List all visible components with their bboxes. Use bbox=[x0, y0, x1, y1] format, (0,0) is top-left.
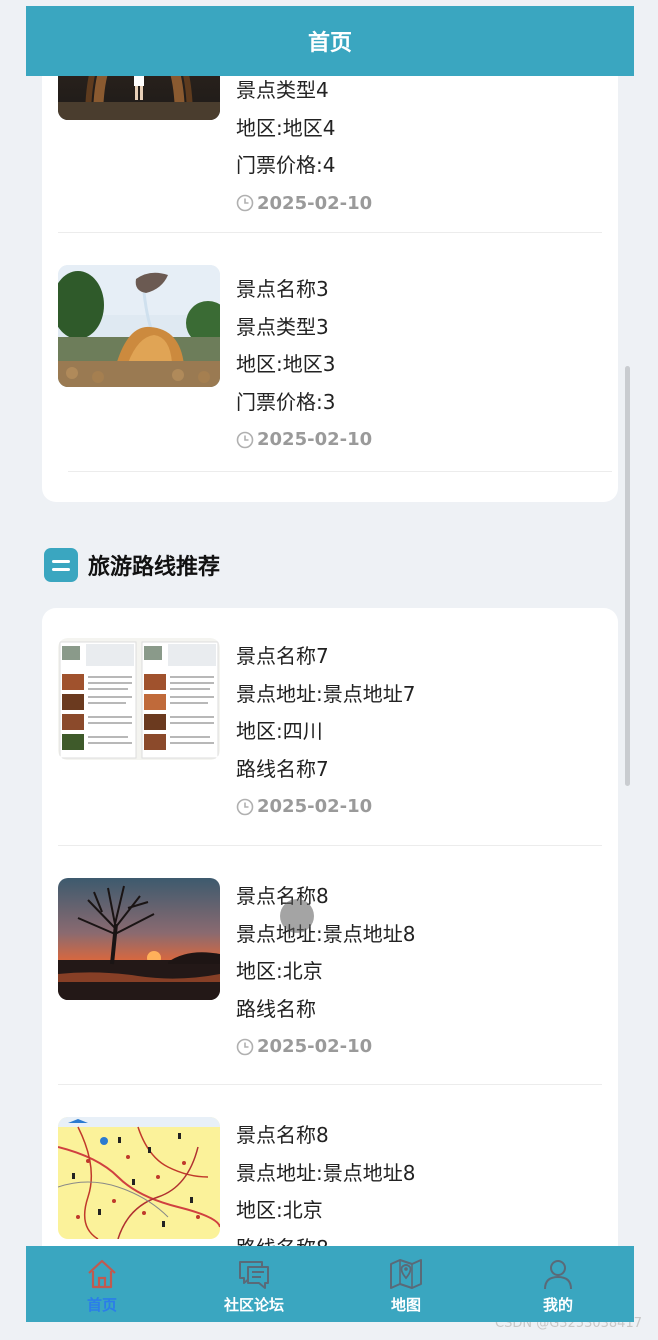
item-text-line: 地区:地区3 bbox=[236, 352, 336, 376]
item-text-line: 路线名称8 bbox=[236, 1230, 415, 1247]
item-date: 2025-02-10 bbox=[236, 788, 415, 826]
item-text-line: 景点地址:景点地址8 bbox=[236, 921, 416, 946]
app-screen: 首页 景点类型4 地区:地区4 门票价格:4 2025-02-10 景点名称3 … bbox=[26, 6, 634, 1322]
item-date-text: 2025-02-10 bbox=[257, 796, 373, 817]
tab-label: 首页 bbox=[86, 1296, 117, 1314]
item-text-line: 景点地址:景点地址7 bbox=[236, 681, 416, 706]
item-text-line: 门票价格:4 bbox=[236, 153, 336, 177]
attraction-list-card: 景点类型4 地区:地区4 门票价格:4 2025-02-10 景点名称3 景点类… bbox=[42, 76, 618, 502]
item-text-line: 景点类型3 bbox=[236, 314, 329, 339]
tab-forum[interactable]: 社区论坛 bbox=[178, 1246, 330, 1322]
list-item[interactable]: 景点名称8 景点地址:景点地址8 地区:北京 路线名称 2025-02-10 bbox=[58, 846, 602, 1084]
tab-home[interactable]: 首页 bbox=[26, 1246, 178, 1322]
item-text-line: 景点地址:景点地址8 bbox=[236, 1160, 416, 1185]
content-scroll-area[interactable]: 景点类型4 地区:地区4 门票价格:4 2025-02-10 景点名称3 景点类… bbox=[26, 76, 634, 1246]
home-icon bbox=[88, 1259, 116, 1289]
route-thumbnail bbox=[58, 878, 220, 1000]
section-title: 旅游路线推荐 bbox=[88, 555, 221, 580]
scrollbar[interactable] bbox=[625, 366, 630, 786]
touch-indicator bbox=[280, 899, 314, 933]
page-title: 首页 bbox=[307, 31, 352, 56]
top-nav-bar: 首页 bbox=[26, 6, 634, 76]
item-info: 景点名称7 景点地址:景点地址7 地区:四川 路线名称7 2025-02-10 bbox=[236, 638, 415, 826]
item-text-line: 景点名称8 bbox=[236, 1123, 329, 1147]
list-item[interactable]: 景点名称7 景点地址:景点地址7 地区:四川 路线名称7 2025-02-10 bbox=[58, 608, 602, 846]
item-date-text: 2025-02-10 bbox=[257, 1036, 373, 1057]
tab-map[interactable]: 地图 bbox=[330, 1246, 482, 1322]
clock-icon bbox=[236, 798, 254, 816]
item-text-line: 景点类型4 bbox=[236, 78, 329, 102]
route-thumbnail bbox=[58, 1117, 220, 1239]
clock-icon bbox=[236, 194, 254, 212]
tab-label: 地图 bbox=[390, 1296, 421, 1314]
route-section-header: 旅游路线推荐 bbox=[44, 548, 220, 582]
list-icon bbox=[44, 548, 78, 582]
route-list-card: 景点名称7 景点地址:景点地址7 地区:四川 路线名称7 2025-02-10 bbox=[42, 608, 618, 1246]
divider bbox=[68, 471, 612, 472]
attraction-thumbnail bbox=[58, 76, 220, 120]
tab-label: 我的 bbox=[542, 1296, 573, 1314]
item-date-text: 2025-02-10 bbox=[257, 192, 373, 214]
tab-profile[interactable]: 我的 bbox=[482, 1246, 634, 1322]
item-text-line: 景点名称8 bbox=[236, 884, 329, 908]
tab-label: 社区论坛 bbox=[223, 1296, 284, 1314]
list-item[interactable]: 景点名称3 景点类型3 地区:地区3 门票价格:3 2025-02-10 bbox=[58, 233, 602, 471]
item-text-line: 景点名称3 bbox=[236, 277, 329, 301]
attraction-thumbnail bbox=[58, 265, 220, 387]
item-date-text: 2025-02-10 bbox=[257, 429, 373, 450]
chat-icon bbox=[239, 1261, 269, 1289]
user-icon bbox=[544, 1260, 572, 1290]
map-icon bbox=[390, 1259, 422, 1289]
item-info: 景点名称8 景点地址:景点地址8 地区:北京 路线名称8 bbox=[236, 1117, 415, 1246]
item-date: 2025-02-10 bbox=[236, 1028, 415, 1066]
item-date: 2025-02-10 bbox=[236, 185, 372, 223]
item-info: 景点名称8 景点地址:景点地址8 地区:北京 路线名称 2025-02-10 bbox=[236, 878, 415, 1066]
item-date: 2025-02-10 bbox=[236, 421, 372, 459]
list-item[interactable]: 景点名称8 景点地址:景点地址8 地区:北京 路线名称8 bbox=[58, 1085, 602, 1246]
item-text-line: 地区:北京 bbox=[236, 959, 323, 983]
route-thumbnail bbox=[58, 638, 220, 760]
item-text-line: 地区:四川 bbox=[236, 719, 323, 743]
item-info: 景点名称3 景点类型3 地区:地区3 门票价格:3 2025-02-10 bbox=[236, 271, 372, 459]
item-text-line: 路线名称 bbox=[236, 996, 316, 1021]
item-text-line: 门票价格:3 bbox=[236, 389, 336, 414]
list-item[interactable]: 景点类型4 地区:地区4 门票价格:4 2025-02-10 bbox=[58, 76, 602, 232]
item-text-line: 景点名称7 bbox=[236, 644, 329, 668]
item-text-line: 地区:北京 bbox=[236, 1198, 323, 1222]
bottom-tab-bar: 首页 社区论坛 地图 我的 bbox=[26, 1246, 634, 1322]
item-info: 景点类型4 地区:地区4 门票价格:4 2025-02-10 bbox=[236, 76, 372, 222]
clock-icon bbox=[236, 431, 254, 449]
item-text-line: 路线名称7 bbox=[236, 756, 329, 781]
clock-icon bbox=[236, 1038, 254, 1056]
item-text-line: 地区:地区4 bbox=[236, 115, 336, 140]
